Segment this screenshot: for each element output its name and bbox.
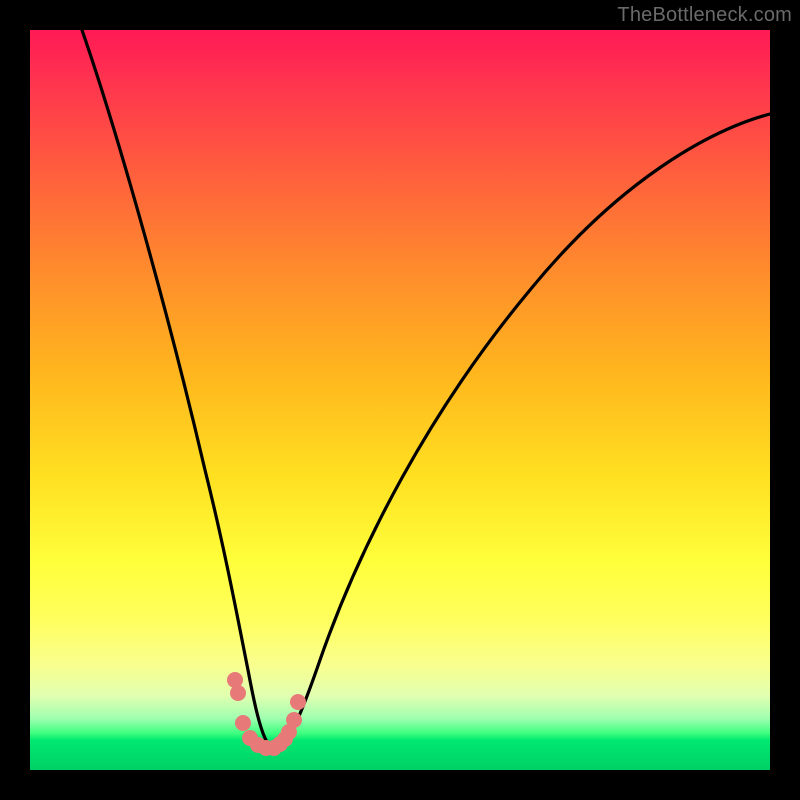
chart-svg bbox=[30, 30, 770, 770]
bottleneck-curve bbox=[82, 30, 770, 749]
chart-frame bbox=[30, 30, 770, 770]
attribution-text: TheBottleneck.com bbox=[617, 4, 792, 27]
trough-dots bbox=[227, 672, 306, 756]
